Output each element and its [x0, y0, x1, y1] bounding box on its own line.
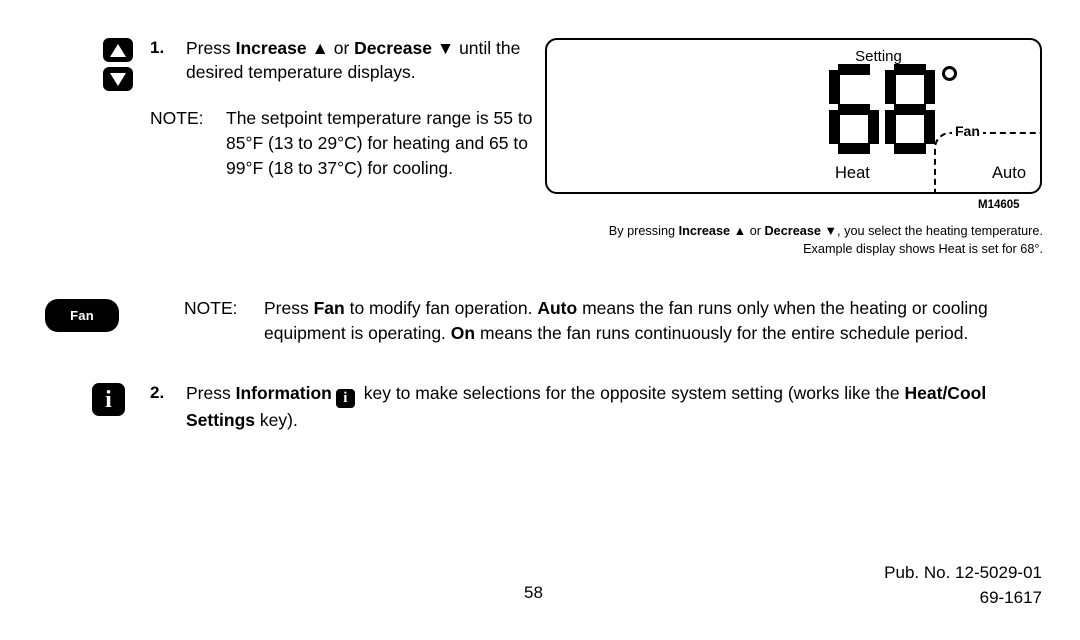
lcd-fan-region: Fan [934, 123, 1042, 194]
step-1-note: NOTE: The setpoint temperature range is … [150, 106, 540, 181]
step-2-information-bold: Information [235, 383, 332, 403]
information-key-illustration: i [92, 383, 125, 416]
lcd-fan-label: Fan [952, 123, 983, 139]
triangle-up-icon [103, 38, 133, 62]
pub-number-line-1: Pub. No. 12-5029-01 [884, 563, 1042, 582]
step-1-block: 1. Press Increase ▲ or Decrease ▼ until … [150, 36, 540, 181]
step-2-text: Press Information i key to make selection… [186, 381, 1045, 433]
information-inline-icon: i [335, 389, 355, 408]
lcd-mode-label: Heat [835, 164, 870, 182]
publication-number: Pub. No. 12-5029-01 69-1617 [884, 561, 1042, 610]
document-page: 1. Press Increase ▲ or Decrease ▼ until … [0, 0, 1080, 640]
caption-decrease-label: Decrease [764, 224, 821, 238]
triangle-down-icon [103, 67, 133, 91]
fan-note-tail: means the fan runs continuously for the … [475, 323, 969, 344]
caption-arrow-up-icon: ▲ [733, 224, 747, 238]
step-2-lead: Press [186, 383, 236, 403]
information-icon: i [92, 383, 125, 416]
fan-note-fan-bold: Fan [313, 298, 345, 318]
caption-mid: or [746, 224, 765, 238]
lcd-fan-mode-value: Auto [992, 164, 1026, 182]
caption-tail: , you select the heating temperature. Ex… [803, 224, 1043, 257]
step-1-arrow-up-glyph: ▲ [311, 38, 329, 58]
step-2-block: 2. Press Information i key to make select… [150, 381, 1045, 433]
figure-id-label: M14605 [978, 199, 1020, 211]
fan-note-on-bold: On [450, 323, 476, 344]
page-number: 58 [524, 583, 543, 602]
step-1-text: Press Increase ▲ or Decrease ▼ until the… [186, 36, 540, 84]
step-1-note-label: NOTE: [150, 108, 204, 129]
step-2-number: 2. [150, 383, 165, 402]
caption-arrow-down-icon: ▼ [824, 224, 838, 238]
step-1-row: 1. Press Increase ▲ or Decrease ▼ until … [150, 36, 540, 84]
increase-decrease-key-group [103, 38, 133, 91]
fan-key-illustration: Fan [45, 299, 119, 332]
caption-increase-label: Increase [678, 224, 731, 238]
figure-caption: By pressing Increase ▲ or Decrease ▼, yo… [597, 222, 1043, 259]
fan-note-label: NOTE: [184, 298, 238, 318]
fan-note-block: NOTE: Press Fan to modify fan operation.… [184, 296, 1044, 346]
caption-lead: By pressing [608, 224, 679, 238]
step-1-arrow-down-glyph: ▼ [436, 38, 455, 58]
step-1-mid: or [328, 38, 355, 58]
fan-note-text: Press Fan to modify fan operation. Auto … [264, 296, 1044, 346]
lcd-digit-eight [885, 64, 935, 154]
step-1-number: 1. [150, 38, 165, 57]
lcd-digit-six [829, 64, 879, 154]
pub-number-line-2: 69-1617 [979, 587, 1042, 607]
step-1-note-text: The setpoint temperature range is 55 to … [226, 108, 533, 178]
step-2-mid: key to make selections for the opposite … [358, 383, 905, 403]
step-1-lead: Press [186, 38, 236, 58]
step-2-tail: key). [255, 410, 298, 430]
thermostat-lcd-display: Setting Heat Fan Auto [545, 38, 1042, 194]
step-1-decrease-label: Decrease [354, 38, 432, 58]
fan-note-mid-1: to modify fan operation. [344, 298, 538, 318]
fan-note-auto-bold: Auto [537, 298, 578, 318]
step-1-increase-label: Increase [235, 38, 307, 58]
lcd-degree-icon [942, 66, 957, 81]
fan-key-label: Fan [45, 299, 119, 332]
fan-note-lead: Press [264, 298, 314, 318]
lcd-setting-label: Setting [855, 48, 902, 65]
